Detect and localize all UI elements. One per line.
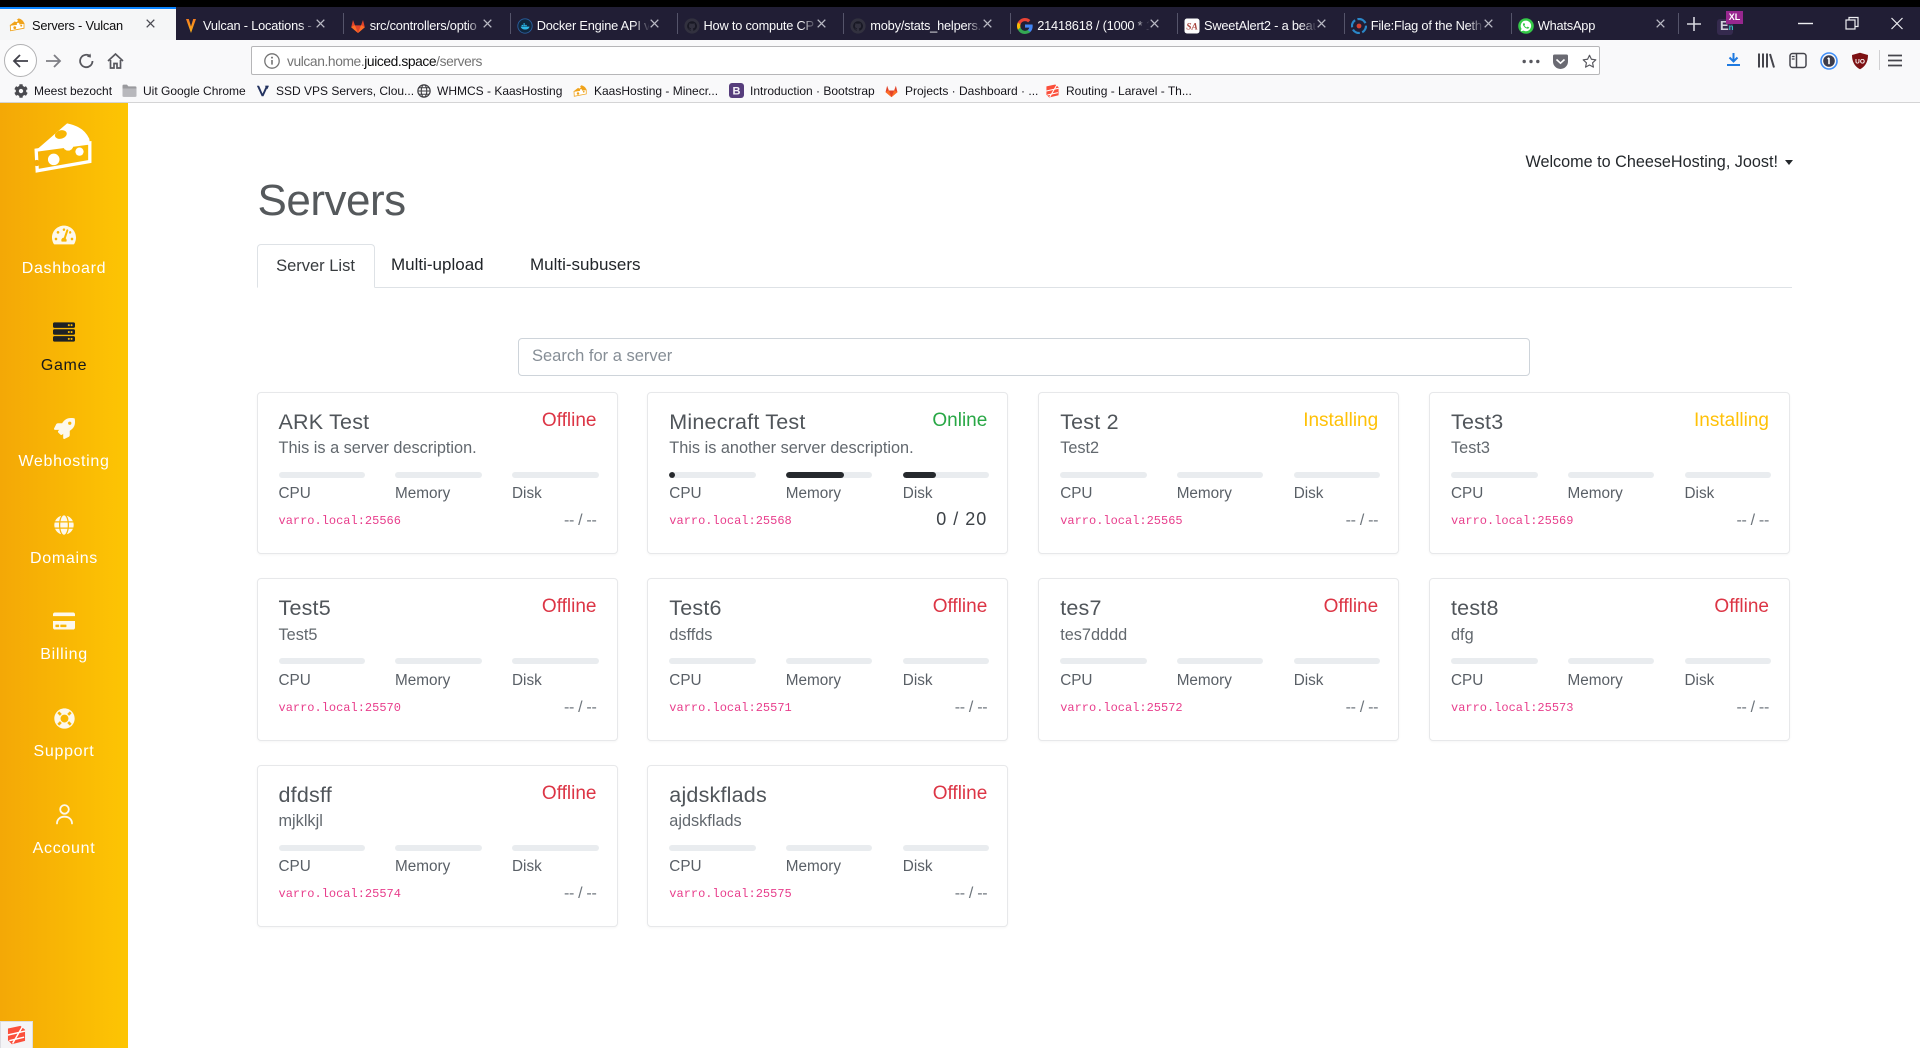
svg-text:SA: SA bbox=[1186, 22, 1198, 32]
svg-text:B: B bbox=[733, 86, 741, 98]
svg-text:UO: UO bbox=[1855, 58, 1865, 65]
